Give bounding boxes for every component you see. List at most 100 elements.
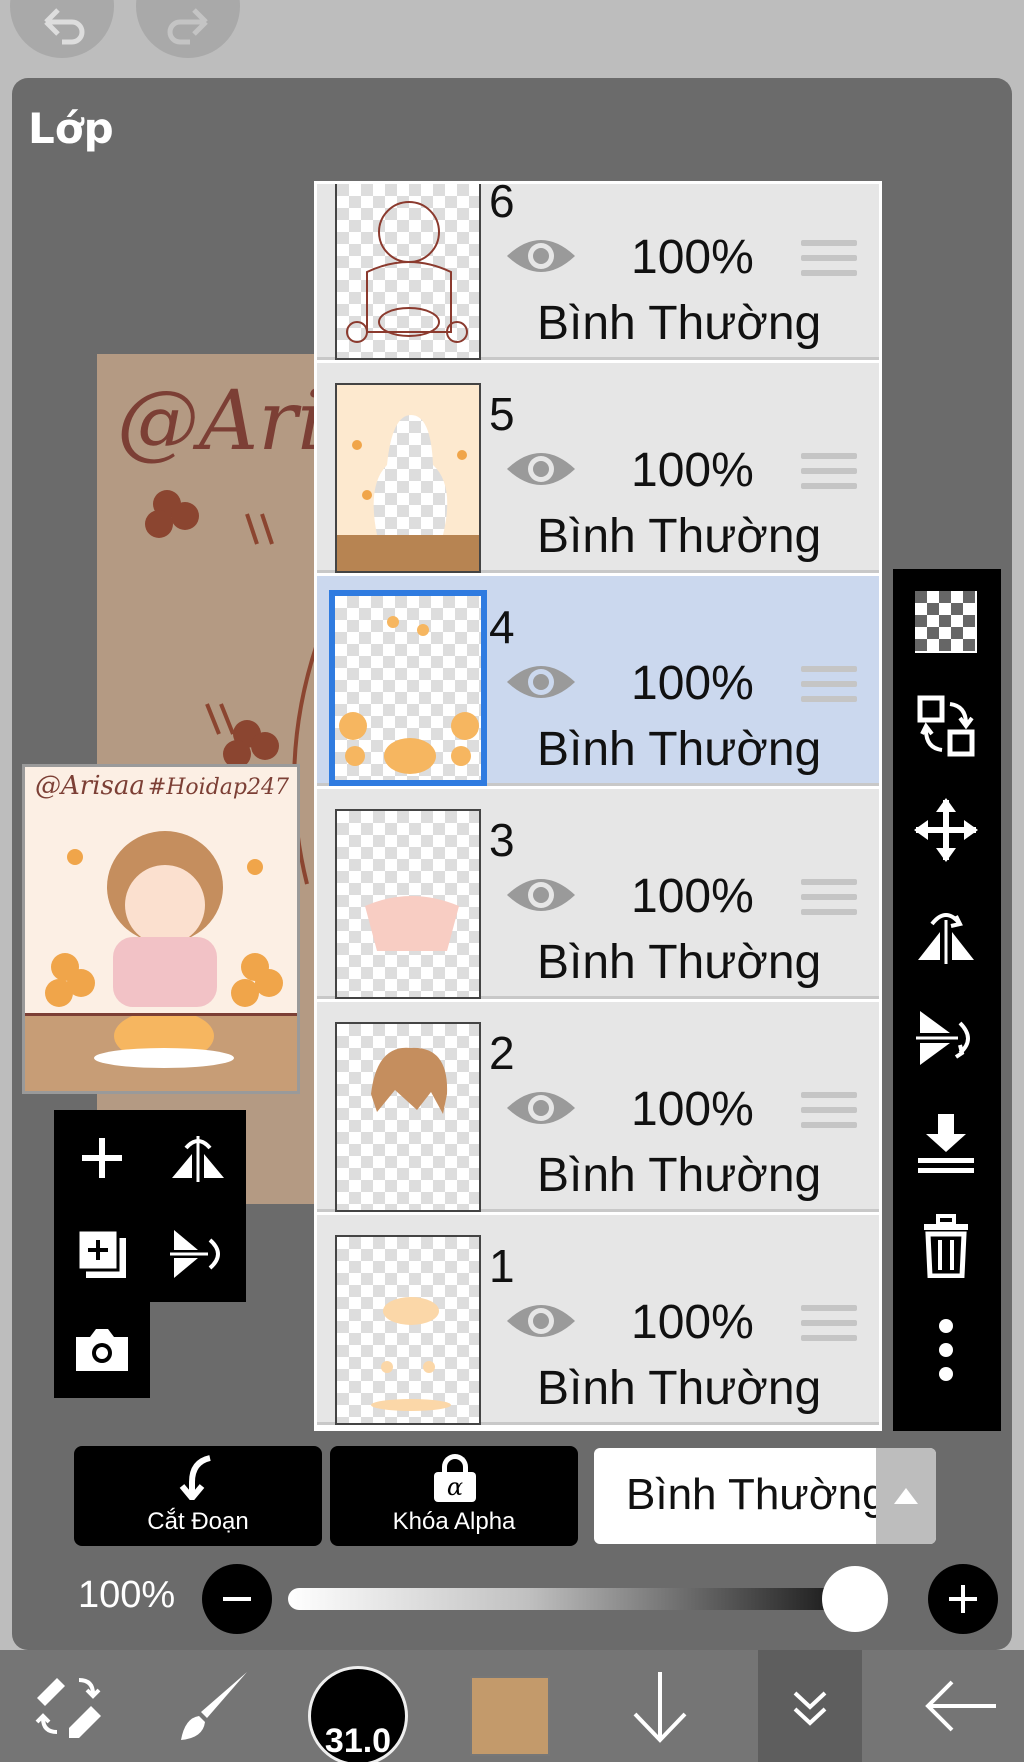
minus-icon [223,1597,251,1601]
alpha-lock-button[interactable]: α Khóa Alpha [330,1446,578,1546]
flip-horizontal-icon [918,913,974,964]
layer-row[interactable]: 1 100% Bình Thường [317,1215,879,1425]
add-layer-icon [82,1138,122,1178]
preview-illustration [45,831,283,1007]
layer-number: 3 [489,814,515,866]
layer-list[interactable]: 6 100% Bình Thường 5 100% Bình Thường 4 … [314,181,882,1431]
eye-icon[interactable] [503,230,579,282]
dropdown-arrow-icon[interactable] [876,1448,936,1544]
eye-icon[interactable] [503,869,579,921]
layer-blend-mode: Bình Thường [537,1362,822,1415]
preview-tag: #Hoidap247 [147,775,289,800]
flip-vertical-icon [170,1230,220,1278]
collapse-icon [793,1691,827,1726]
clipping-button[interactable]: Cắt Đoạn [74,1446,322,1546]
flip-layer-vertical-button[interactable] [150,1206,246,1302]
plus-icon [949,1585,977,1613]
eye-icon[interactable] [503,656,579,708]
layer-blend-mode: Bình Thường [537,723,822,776]
layer-row[interactable]: 5 100% Bình Thường [317,363,879,573]
brush-size-button[interactable]: 31.0 [308,1666,408,1762]
swap-icon [917,695,975,757]
layer-opacity: 100% [631,1296,754,1349]
back-button[interactable] [910,1650,1010,1762]
camera-button[interactable] [54,1302,150,1398]
alpha-lock-label: Khóa Alpha [392,1508,516,1535]
eye-icon[interactable] [503,443,579,495]
merge-down-button[interactable] [911,1107,981,1177]
merge-down-icon [918,1114,974,1173]
layer-thumbnail[interactable] [335,1022,481,1212]
duplicate-layer-button[interactable] [54,1206,150,1302]
preview-handle: @Arisaa [35,771,145,801]
delete-layer-button[interactable] [911,1211,981,1281]
canvas-preview[interactable]: @Arisaa #Hoidap247 [22,764,300,1094]
drag-handle-icon[interactable] [801,453,857,498]
layer-blend-mode: Bình Thường [537,936,822,989]
move-down-button[interactable] [620,1650,700,1762]
eye-icon[interactable] [503,1082,579,1134]
transform-tool-button[interactable] [24,1650,114,1762]
swap-layer-button[interactable] [911,691,981,761]
brush-size-value: 31.0 [324,1722,392,1760]
lock-icon: α [434,1454,476,1504]
layer-row[interactable]: 6 100% Bình Thường [317,181,879,360]
move-layer-button[interactable] [911,795,981,865]
trash-icon [924,1214,968,1278]
undo-button[interactable] [10,0,114,58]
layer-thumbnail[interactable] [335,184,481,360]
layer-number: 2 [489,1027,515,1079]
drag-handle-icon[interactable] [801,666,857,711]
layer-blend-mode: Bình Thường [537,1149,822,1202]
layer-opacity: 100% [631,870,754,923]
layer-blend-mode: Bình Thường [537,510,822,563]
more-icon [939,1319,953,1381]
down-arrow-icon [633,1672,687,1743]
layer-thumbnail[interactable] [335,383,481,573]
camera-icon [76,1329,128,1371]
back-icon [925,1680,996,1732]
redo-button[interactable] [136,0,240,58]
layer-row[interactable]: 3 100% Bình Thường [317,789,879,999]
alpha-symbol: α [434,1472,476,1502]
layer-number: 1 [489,1240,515,1292]
brush-tool-button[interactable] [168,1650,258,1762]
move-icon [914,798,978,862]
opacity-label: 100% [78,1574,176,1616]
clip-arrow-icon [179,1455,211,1500]
layer-number: 6 [489,181,515,227]
layer-thumbnail[interactable] [335,1235,481,1425]
layers-button[interactable] [758,1650,862,1762]
layer-thumbnail[interactable] [329,590,487,786]
transparency-icon [915,591,977,653]
layer-thumbnail[interactable] [335,809,481,999]
duplicate-layer-icon [76,1228,126,1278]
color-swatch[interactable] [470,1676,550,1756]
redo-icon [167,8,208,45]
blend-mode-value: Bình Thường [626,1470,887,1519]
drag-handle-icon[interactable] [801,1305,857,1350]
layer-row-selected[interactable]: 4 100% Bình Thường [317,576,879,786]
more-options-button[interactable] [911,1315,981,1385]
layer-opacity: 100% [631,444,754,497]
blend-mode-select[interactable]: Bình Thường [594,1448,936,1544]
add-layer-button[interactable] [54,1110,150,1206]
drag-handle-icon[interactable] [801,879,857,924]
opacity-slider[interactable] [288,1588,888,1610]
drag-handle-icon[interactable] [801,1092,857,1137]
flip-layer-horizontal-button[interactable] [150,1110,246,1206]
layer-row[interactable]: 2 100% Bình Thường [317,1002,879,1212]
flip-vertical-button[interactable] [911,1003,981,1073]
drag-handle-icon[interactable] [801,240,857,285]
opacity-slider-knob[interactable] [822,1566,888,1632]
panel-title: Lớp [28,104,114,153]
eye-icon[interactable] [503,1295,579,1347]
layer-number: 4 [489,601,515,653]
brush-icon [181,1672,247,1740]
undo-icon [44,8,85,45]
flip-horizontal-button[interactable] [911,899,981,969]
transparency-button[interactable] [911,587,981,657]
flip-vertical-icon [916,1011,970,1065]
opacity-decrease-button[interactable] [202,1564,272,1634]
opacity-increase-button[interactable] [928,1564,998,1634]
